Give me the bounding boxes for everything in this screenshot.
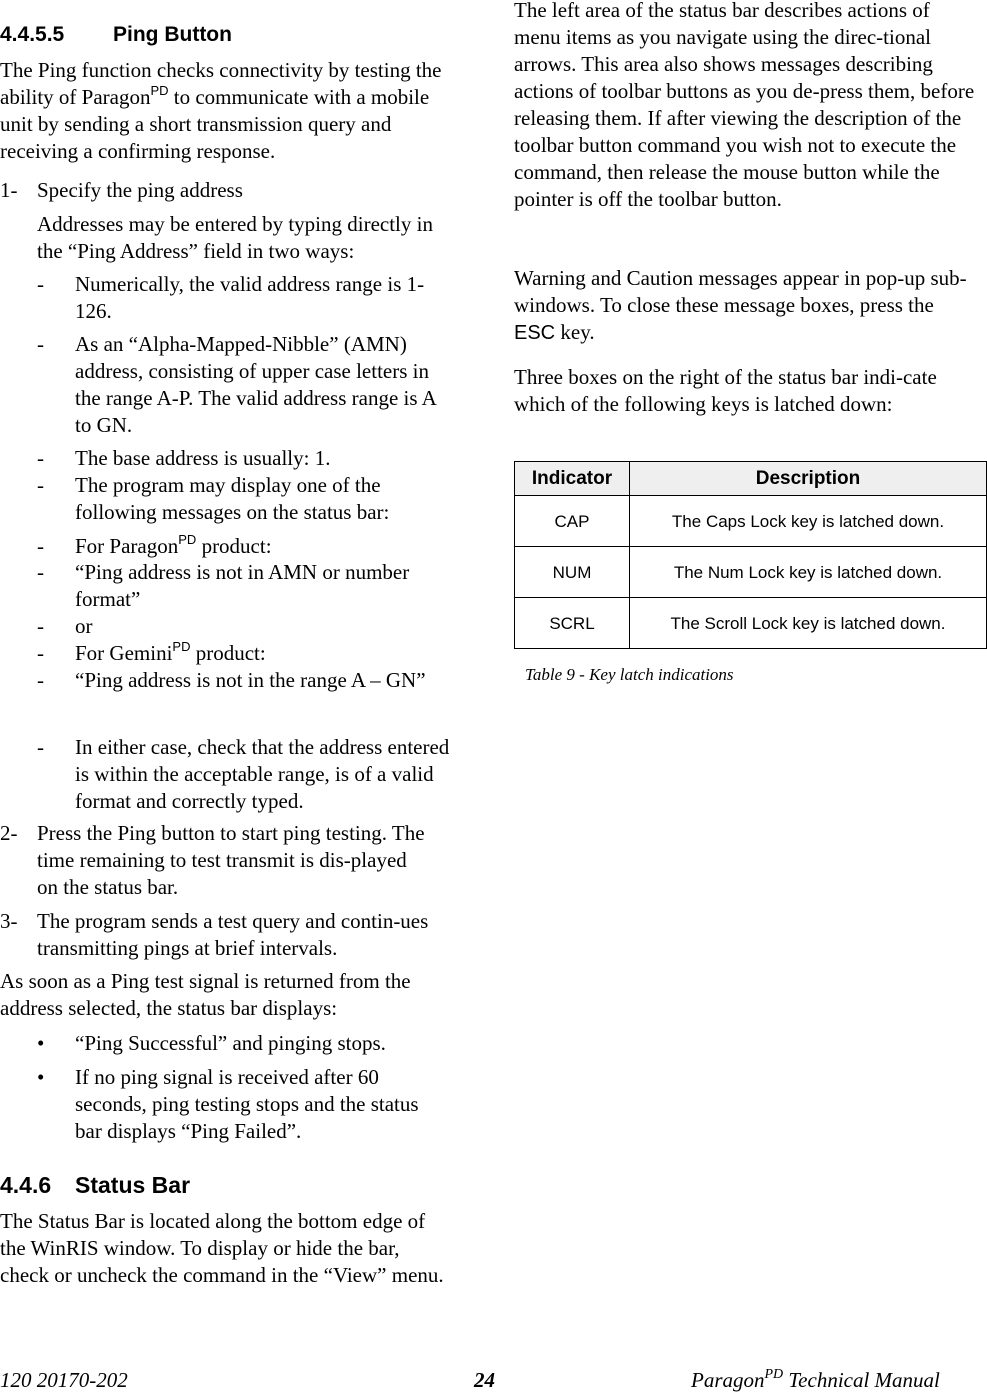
indicator-cell: NUM (514, 546, 630, 598)
status-bar-left-area-paragraph: The left area of the status bar describe… (514, 0, 975, 211)
section-number: 4.4.5.5 (0, 23, 65, 46)
table-row: NUM The Num Lock key is latched down. (514, 546, 987, 598)
table-header-row: Indicator Description (514, 461, 987, 496)
step-1-title: Specify the ping address (37, 178, 243, 202)
description-cell: The Num Lock key is latched down. (629, 546, 987, 598)
section-heading-ping-button: 4.4.5.5 Ping Button (0, 21, 232, 48)
warning-paragraph: Warning and Caution messages appear in p… (514, 266, 967, 344)
section-heading-status-bar: 4.4.6 Status Bar (0, 1172, 190, 1199)
key-boxes-paragraph: Three boxes on the right of the status b… (514, 365, 937, 416)
key-latch-table: Indicator Description CAP The Caps Lock … (514, 461, 987, 649)
step-1-description: Addresses may be entered by typing direc… (37, 212, 433, 263)
footer-page-number: 24 (474, 1368, 495, 1392)
description-cell: The Caps Lock key is latched down. (629, 495, 987, 547)
bullet-icon: • (37, 1031, 45, 1055)
table-caption: Table 9 - Key latch indications (525, 665, 734, 684)
status-bar-paragraph: The Status Bar is located along the bott… (0, 1209, 444, 1287)
indicator-cell: SCRL (514, 597, 630, 649)
indicator-cell: CAP (514, 495, 630, 547)
section-number: 4.4.6 (0, 1172, 52, 1198)
ping-result-paragraph: As soon as a Ping test signal is returne… (0, 969, 411, 1020)
footer-doc-number: 120 20170-202 (0, 1368, 128, 1392)
bullet-icon: • (37, 1065, 45, 1089)
footer-manual-title: ParagonPD Technical Manual (691, 1367, 940, 1393)
column-header-indicator: Indicator (514, 461, 630, 496)
section-title: Ping Button (113, 23, 232, 46)
column-header-description: Description (629, 461, 987, 496)
description-cell: The Scroll Lock key is latched down. (629, 597, 987, 649)
ping-intro-paragraph: The Ping function checks connectivity by… (0, 58, 442, 163)
table-row: SCRL The Scroll Lock key is latched down… (514, 597, 987, 649)
table-row: CAP The Caps Lock key is latched down. (514, 495, 987, 547)
esc-key-label: ESC (514, 322, 556, 344)
section-title: Status Bar (75, 1172, 191, 1198)
